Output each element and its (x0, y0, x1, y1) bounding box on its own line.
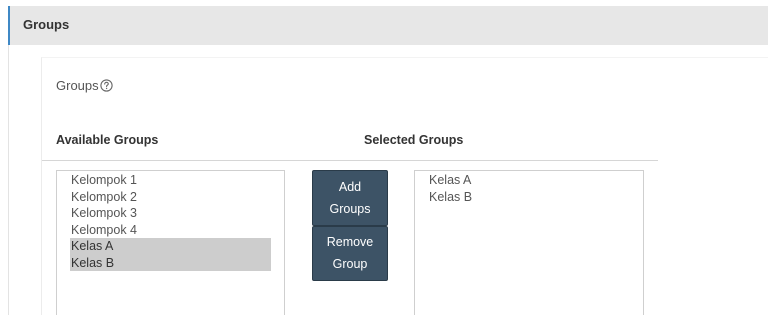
available-groups-header: Available Groups (56, 133, 159, 147)
list-item-selected[interactable]: Kelas B (70, 254, 271, 271)
list-item[interactable]: Kelompok 4 (57, 222, 284, 239)
add-groups-button[interactable]: Add Groups (312, 170, 388, 226)
list-item[interactable]: Kelas A (415, 172, 643, 189)
remove-group-button[interactable]: Remove Group (312, 226, 388, 281)
list-item[interactable]: Kelompok 1 (57, 172, 284, 189)
groups-label-text: Groups (56, 78, 99, 93)
question-circle-icon[interactable] (99, 79, 113, 92)
add-groups-label-1: Add (338, 180, 362, 194)
panel-header: Groups (8, 6, 768, 45)
add-groups-label-2: Groups (329, 202, 371, 216)
list-item[interactable]: Kelompok 3 (57, 205, 284, 222)
groups-page: Groups Groups Available Groups Selected … (0, 0, 768, 315)
header-divider (42, 160, 658, 161)
panel-title: Groups (23, 17, 70, 32)
selected-groups-header: Selected Groups (364, 133, 464, 147)
list-item[interactable]: Kelompok 2 (57, 189, 284, 206)
list-item[interactable]: Kelas B (415, 189, 643, 206)
list-item-selected[interactable]: Kelas A (70, 238, 271, 255)
selected-groups-listbox[interactable]: Kelas A Kelas B (414, 170, 644, 315)
remove-group-label-2: Group (332, 257, 368, 271)
groups-field-label: Groups (56, 78, 113, 93)
body-divider (8, 45, 9, 315)
available-groups-listbox[interactable]: Kelompok 1 Kelompok 2 Kelompok 3 Kelompo… (56, 170, 285, 315)
remove-group-label-1: Remove (326, 235, 374, 249)
